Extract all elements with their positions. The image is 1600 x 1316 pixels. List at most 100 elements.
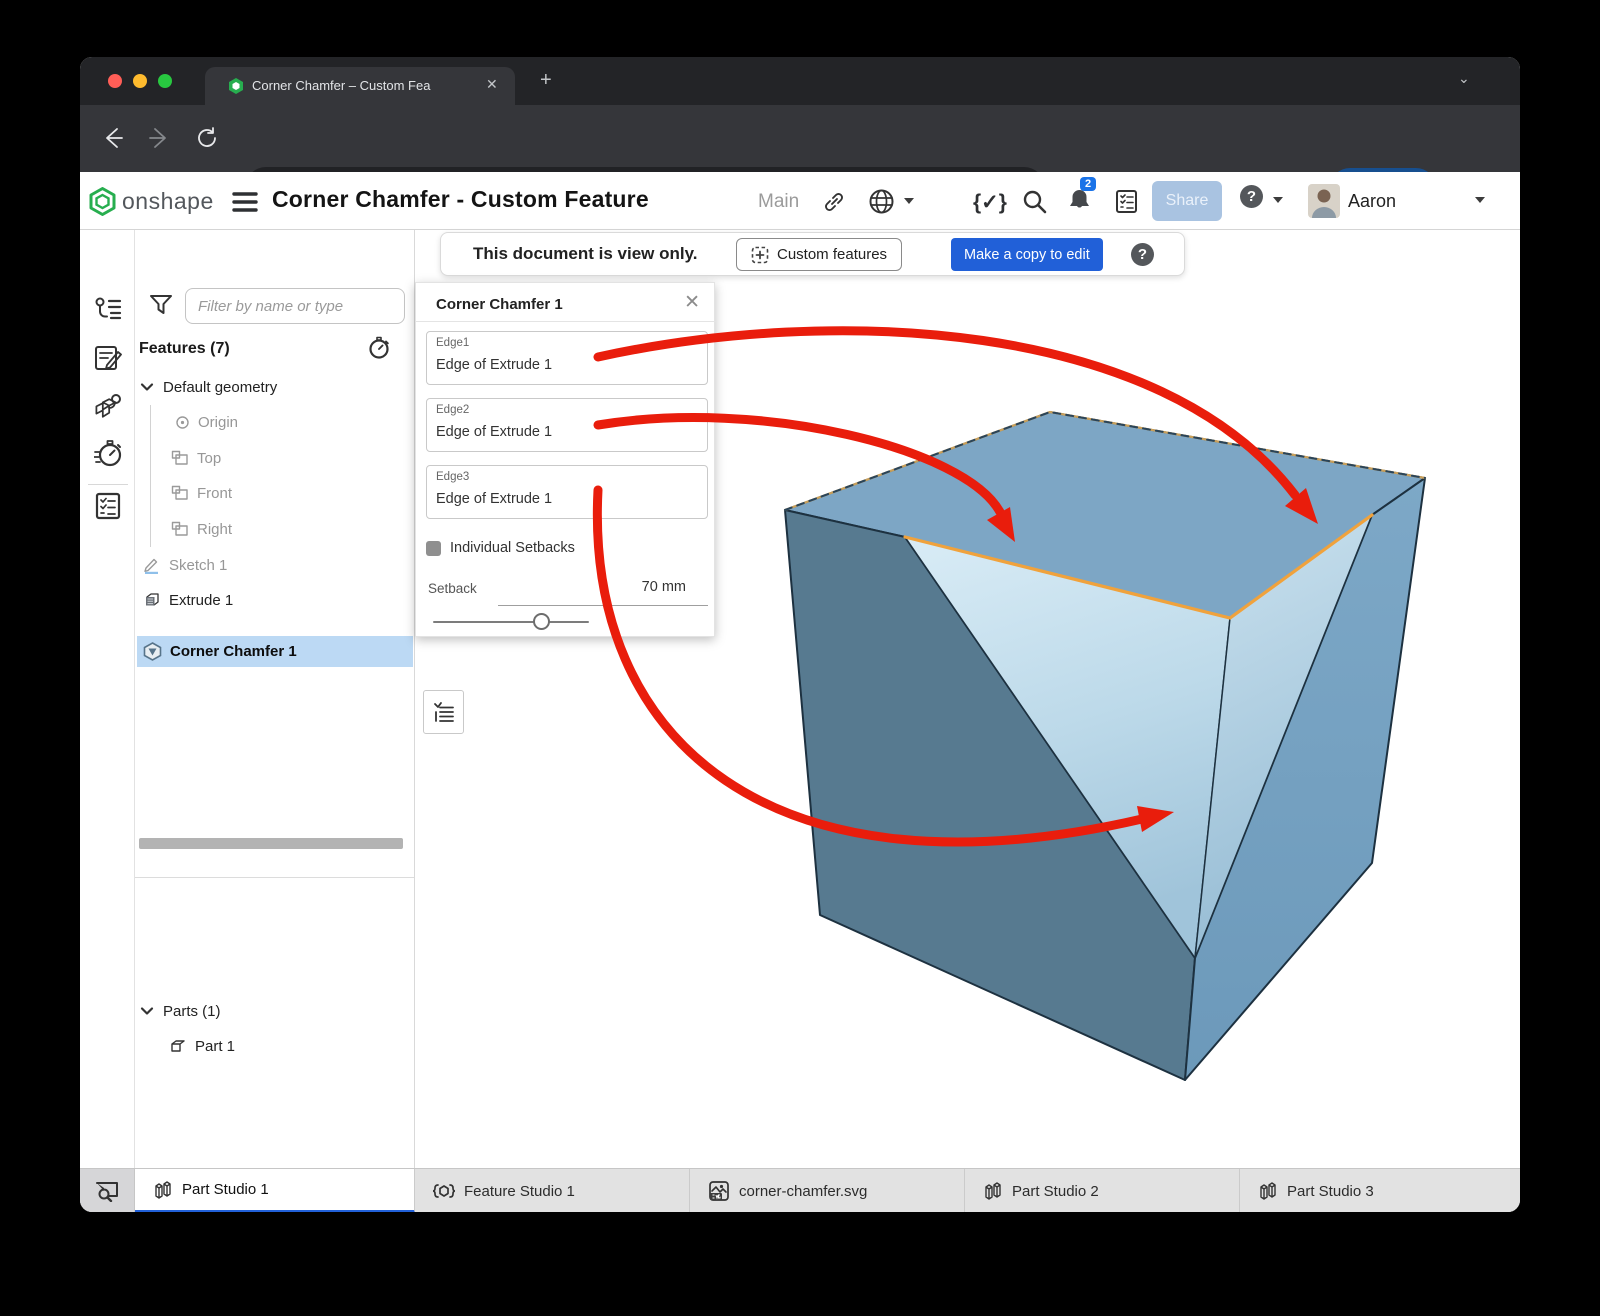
- tree-item-sketch-1[interactable]: Sketch 1: [135, 550, 415, 580]
- features-header: Features (7): [139, 340, 230, 358]
- svg-image-icon: [708, 1180, 730, 1202]
- left-icon-rail: [80, 230, 135, 1168]
- tab-preview-icon: [95, 1180, 119, 1202]
- help-button[interactable]: ?: [1240, 185, 1263, 208]
- browser-tab[interactable]: Corner Chamfer – Custom Fea ✕: [205, 67, 515, 105]
- reload-icon[interactable]: [194, 125, 220, 151]
- globe-caret-icon[interactable]: [904, 198, 914, 204]
- versions-icon[interactable]: [94, 296, 122, 322]
- setback-slider-handle[interactable]: [533, 613, 550, 630]
- tab-part-studio-3[interactable]: Part Studio 3: [1240, 1169, 1515, 1212]
- plane-icon: [171, 521, 189, 537]
- user-avatar[interactable]: [1308, 184, 1340, 218]
- highlighted-edges[interactable]: [785, 412, 1425, 618]
- help-caret-icon[interactable]: [1273, 197, 1283, 203]
- main-content: Features (7) Default geometry Origin: [80, 230, 1520, 1168]
- view-only-banner: This document is view only. Custom featu…: [440, 232, 1185, 276]
- tree-item-origin[interactable]: Origin: [135, 407, 415, 437]
- parts-section-header[interactable]: Parts (1): [135, 996, 415, 1026]
- chamfer-face-left[interactable]: [905, 537, 1230, 958]
- tab-feature-studio-1[interactable]: Feature Studio 1: [415, 1169, 690, 1212]
- tab-search-chevron-icon[interactable]: ⌄: [1458, 70, 1470, 87]
- tasks-icon[interactable]: [1113, 188, 1140, 215]
- featurescript-icon[interactable]: {✓}: [973, 190, 1007, 215]
- tab-manager-button[interactable]: [80, 1169, 135, 1212]
- tree-item-part-1[interactable]: Part 1: [135, 1031, 415, 1061]
- workspace-name[interactable]: Main: [758, 191, 799, 213]
- rail-divider: [88, 484, 128, 485]
- tree-item-right-plane[interactable]: Right: [135, 514, 415, 544]
- forward-icon[interactable]: [146, 125, 172, 151]
- checklist-icon[interactable]: [94, 492, 122, 520]
- graphics-area[interactable]: This document is view only. Custom featu…: [415, 230, 1520, 1168]
- tree-item-front-plane[interactable]: Front: [135, 478, 415, 508]
- feature-studio-icon: [433, 1181, 455, 1201]
- custom-features-button[interactable]: Custom features: [736, 238, 902, 271]
- browser-toolbar: cad.onshape.com/documents/7079aef64c3d3d…: [80, 105, 1520, 172]
- document-tab-bar: Part Studio 1 Feature Studio 1 corner-ch…: [80, 1168, 1520, 1212]
- notifications-bell[interactable]: 2: [1066, 187, 1096, 217]
- individual-setbacks-label: Individual Setbacks: [450, 540, 575, 556]
- chamfered-cube[interactable]: [785, 412, 1425, 1080]
- zoom-window-button[interactable]: [158, 74, 172, 88]
- individual-setbacks-row[interactable]: Individual Setbacks: [426, 540, 575, 556]
- plane-icon: [171, 450, 189, 466]
- corner-chamfer-dialog: Corner Chamfer 1 ✕ Edge1 Edge of Extrude…: [415, 282, 715, 637]
- tab-corner-chamfer-svg[interactable]: corner-chamfer.svg: [690, 1169, 965, 1212]
- filter-funnel-icon[interactable]: [148, 292, 174, 318]
- feature-list-flyout-button[interactable]: [423, 690, 464, 734]
- share-button[interactable]: Share: [1152, 181, 1222, 221]
- tab-close-icon[interactable]: ✕: [486, 76, 498, 93]
- link-icon[interactable]: [822, 190, 846, 214]
- setback-slider-track[interactable]: [433, 621, 589, 623]
- globe-icon[interactable]: [868, 188, 895, 215]
- plane-icon: [171, 485, 189, 501]
- filter-input[interactable]: [185, 288, 405, 324]
- tab-part-studio-1[interactable]: Part Studio 1: [135, 1169, 415, 1212]
- edge1-field[interactable]: Edge1 Edge of Extrude 1: [426, 331, 708, 385]
- tree-item-extrude-1[interactable]: Extrude 1: [135, 585, 415, 615]
- new-tab-icon[interactable]: +: [540, 69, 552, 92]
- arrowheads: [987, 488, 1318, 832]
- feature-tree-panel: Features (7) Default geometry Origin: [135, 230, 415, 1168]
- performance-icon[interactable]: [94, 439, 122, 467]
- arrowhead-2: [987, 507, 1015, 542]
- search-icon[interactable]: [1022, 189, 1047, 214]
- part-studio-icon: [983, 1181, 1003, 1201]
- onshape-favicon: [227, 77, 245, 95]
- arrowhead-1: [1285, 488, 1318, 524]
- onshape-header: onshape Corner Chamfer - Custom Feature …: [80, 172, 1520, 230]
- banner-help-icon[interactable]: ?: [1131, 243, 1154, 266]
- notes-icon[interactable]: [94, 345, 122, 371]
- dialog-close-icon[interactable]: ✕: [684, 291, 700, 314]
- cube-left-face[interactable]: [785, 510, 1195, 1080]
- cube-top-face[interactable]: [785, 412, 1425, 618]
- make-copy-button[interactable]: Make a copy to edit: [951, 238, 1103, 271]
- individual-setbacks-checkbox[interactable]: [426, 541, 441, 556]
- close-window-button[interactable]: [108, 74, 122, 88]
- learn-icon[interactable]: [94, 392, 122, 419]
- rollback-bar[interactable]: [139, 838, 403, 849]
- tree-item-corner-chamfer-1[interactable]: Corner Chamfer 1: [135, 636, 415, 666]
- account-caret-icon[interactable]: [1475, 197, 1485, 203]
- onshape-logo: [88, 187, 117, 216]
- user-name[interactable]: Aaron: [1348, 191, 1396, 212]
- hamburger-menu-icon[interactable]: [232, 191, 258, 213]
- chamfer-face-right[interactable]: [1195, 515, 1372, 958]
- back-icon[interactable]: [100, 125, 126, 151]
- cube-right-face[interactable]: [1185, 478, 1425, 1080]
- tree-item-default-geometry[interactable]: Default geometry: [135, 372, 415, 402]
- setback-value[interactable]: 70 mm: [642, 579, 686, 595]
- orange-notch-edges[interactable]: [905, 515, 1372, 618]
- tab-part-studio-2[interactable]: Part Studio 2: [965, 1169, 1240, 1212]
- tree-section-divider: [135, 877, 414, 878]
- edge2-field[interactable]: Edge2 Edge of Extrude 1: [426, 398, 708, 452]
- tree-item-top-plane[interactable]: Top: [135, 443, 415, 473]
- document-title: Corner Chamfer - Custom Feature: [272, 186, 649, 213]
- chevron-down-icon[interactable]: [139, 379, 155, 395]
- minimize-window-button[interactable]: [133, 74, 147, 88]
- regeneration-time-icon[interactable]: [367, 336, 391, 360]
- view-only-message: This document is view only.: [473, 244, 698, 264]
- edge3-field[interactable]: Edge3 Edge of Extrude 1: [426, 465, 708, 519]
- chevron-down-icon[interactable]: [139, 1003, 155, 1019]
